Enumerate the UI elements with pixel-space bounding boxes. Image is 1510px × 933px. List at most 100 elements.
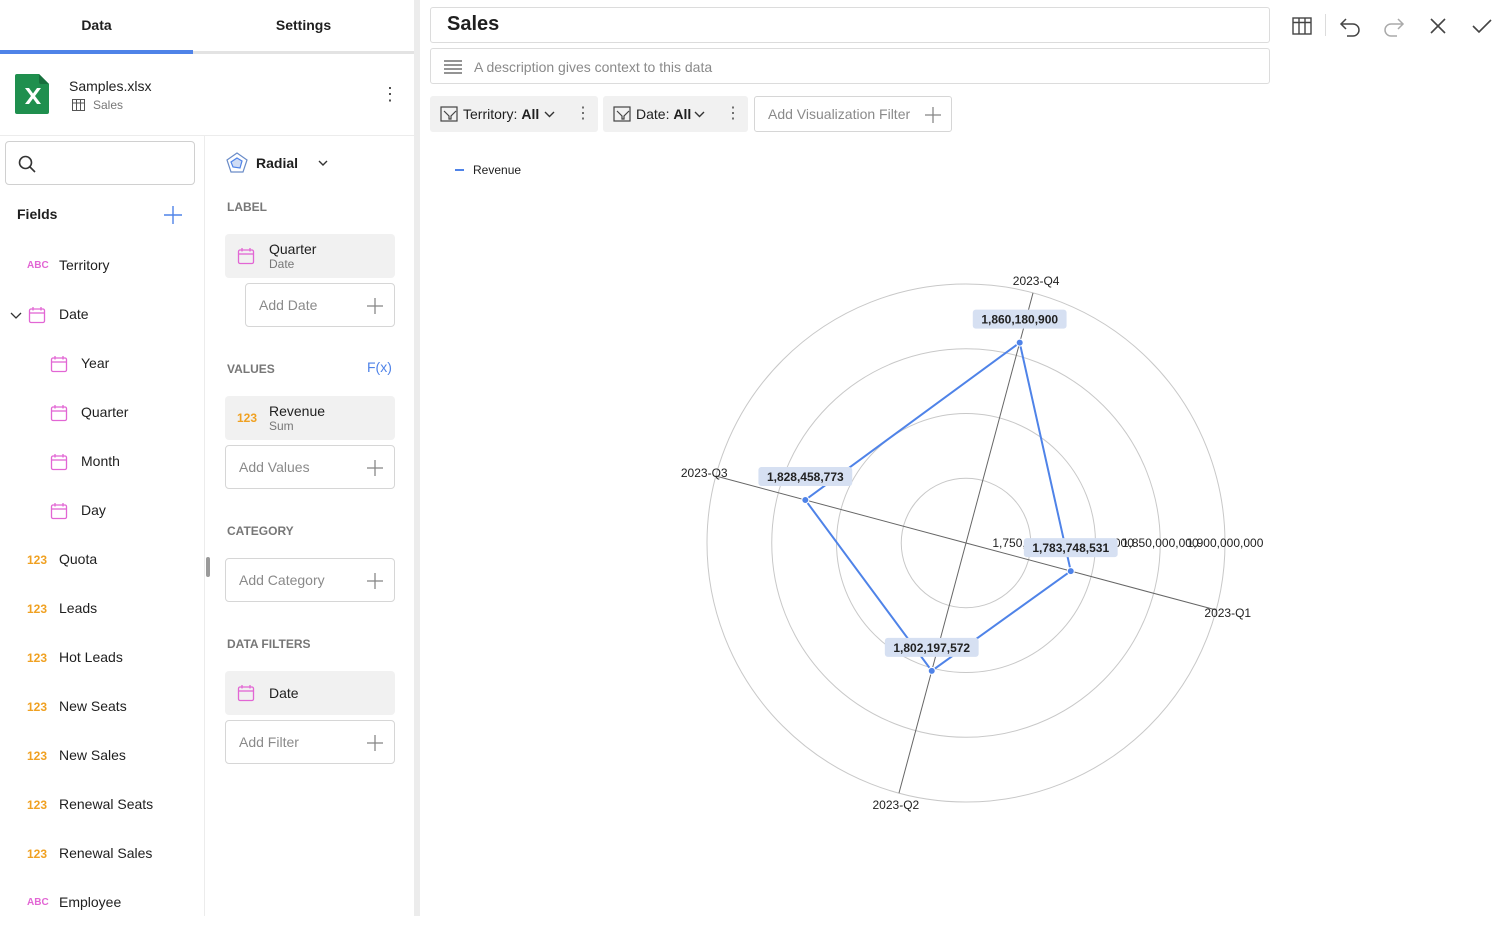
field-item[interactable]: 123 Leads [0,589,200,629]
chevron-down-icon [694,111,705,118]
undo-icon[interactable] [1338,14,1362,38]
close-icon[interactable] [1426,14,1450,38]
value-field-pill[interactable]: 123 Revenue Sum [225,396,395,440]
calendar-icon [50,454,68,471]
field-label: Leads [59,600,98,616]
chevron-down-icon[interactable] [10,310,22,320]
visualization-title: Sales [447,13,500,35]
field-item[interactable]: Year [0,344,200,384]
data-filters-section-title: DATA FILTERS [227,637,311,651]
field-label: Quota [59,551,98,567]
legend-label: Revenue [473,163,522,177]
category-label: 2023-Q4 [1013,274,1060,288]
field-item[interactable]: 123 Quota [0,540,200,580]
add-values-label: Add Values [239,459,310,475]
data-editor-panel: Data Settings Samples.xlsx Sales ⋮ Field… [0,0,414,916]
number-type-icon: 123 [27,847,48,861]
calendar-icon [50,405,68,422]
field-label: New Seats [59,698,127,714]
add-visualization-filter-button[interactable]: Add Visualization Filter [754,96,952,132]
category-label: 2023-Q1 [1204,606,1251,620]
panel-divider[interactable] [414,0,420,916]
table-view-icon[interactable] [1290,14,1314,38]
plus-icon [367,573,383,589]
number-type-icon: 123 [27,749,48,763]
data-filter-pill[interactable]: Date [225,671,395,715]
plus-icon [367,460,383,476]
field-label: Day [81,502,106,518]
more-vertical-icon[interactable]: ⋮ [575,105,591,123]
field-item[interactable]: ABC Employee [0,883,200,923]
field-item[interactable]: Date [0,295,200,335]
field-label: Employee [59,894,122,910]
field-search-input[interactable] [5,141,195,185]
data-label: 1,802,197,572 [893,641,970,655]
title-field[interactable]: Sales [430,7,1270,43]
source-sheet-name: Sales [93,98,124,112]
filter-value: All [673,106,692,122]
field-item[interactable]: Month [0,442,200,482]
field-item[interactable]: 123 New Seats [0,687,200,727]
text-type-icon: ABC [27,260,49,271]
number-type-icon: 123 [27,651,48,665]
number-type-icon: 123 [27,553,48,567]
description-field[interactable]: A description gives context to this data [430,48,1270,84]
add-category-label: Add Category [239,572,325,588]
checkmark-icon[interactable] [1470,14,1494,38]
field-item[interactable]: ABC Territory [0,246,200,286]
add-visualization-filter-label: Add Visualization Filter [768,106,911,122]
territory-filter[interactable]: Territory: All ⋮ [430,96,598,132]
data-source: Samples.xlsx Sales ⋮ [0,54,414,136]
date-filter[interactable]: Date: All ⋮ [603,96,748,132]
description-placeholder: A description gives context to this data [474,59,713,75]
more-vertical-icon[interactable]: ⋮ [725,105,741,123]
data-label: 1,860,180,900 [981,313,1058,327]
field-item[interactable]: 123 New Sales [0,736,200,776]
category-label: 2023-Q2 [873,798,920,812]
text-type-icon: ABC [27,897,49,908]
axis-spoke [965,292,1034,544]
field-label: Territory [59,257,110,273]
field-label: Month [81,453,120,469]
plus-icon [925,107,941,123]
add-date-button[interactable]: Add Date [245,283,395,327]
label-field-pill[interactable]: Quarter Date [225,234,395,278]
visualization-config: Radial LABEL Quarter Date Add Date VALUE… [205,136,414,916]
more-vertical-icon[interactable]: ⋮ [380,82,400,106]
tab-data[interactable]: Data [0,0,193,51]
add-filter-button[interactable]: Add Filter [225,720,395,764]
add-category-button[interactable]: Add Category [225,558,395,602]
excel-icon [15,74,49,114]
formula-button[interactable]: F(x) [367,359,392,375]
label-field-name: Quarter [269,241,317,257]
add-field-plus-icon[interactable] [162,204,184,226]
calendar-icon [237,685,255,702]
label-field-type: Date [269,257,295,271]
field-label: Renewal Seats [59,796,154,812]
field-item[interactable]: 123 Renewal Sales [0,834,200,874]
territory-filter-label: Territory: All [463,106,539,122]
field-label: Year [81,355,110,371]
data-point [1066,567,1075,576]
field-label: Hot Leads [59,649,123,665]
number-type-icon: 123 [237,411,258,425]
fields-list: Fields ABC Territory Date Year Quarter Month D… [0,136,205,916]
search-icon [18,155,36,173]
data-filter-name: Date [269,685,299,701]
tab-settings[interactable]: Settings [193,0,414,51]
field-item[interactable]: Day [0,491,200,531]
radial-chart: 2023-Q12023-Q22023-Q32023-Q41,750,000,00… [681,274,1264,812]
add-values-button[interactable]: Add Values [225,445,395,489]
redo-icon[interactable] [1382,14,1406,38]
field-item[interactable]: 123 Renewal Seats [0,785,200,825]
label-section-title: LABEL [227,200,267,214]
field-item[interactable]: 123 Hot Leads [0,638,200,678]
number-type-icon: 123 [27,602,48,616]
radial-tick-label: 1,900,000,000 [1187,536,1264,550]
values-section-title: VALUES [227,362,275,376]
app-window: Data Settings Samples.xlsx Sales ⋮ Field… [0,0,1510,933]
add-filter-label: Add Filter [239,734,299,750]
category-section-title: CATEGORY [227,524,294,538]
field-item[interactable]: Quarter [0,393,200,433]
table-icon [72,99,85,111]
